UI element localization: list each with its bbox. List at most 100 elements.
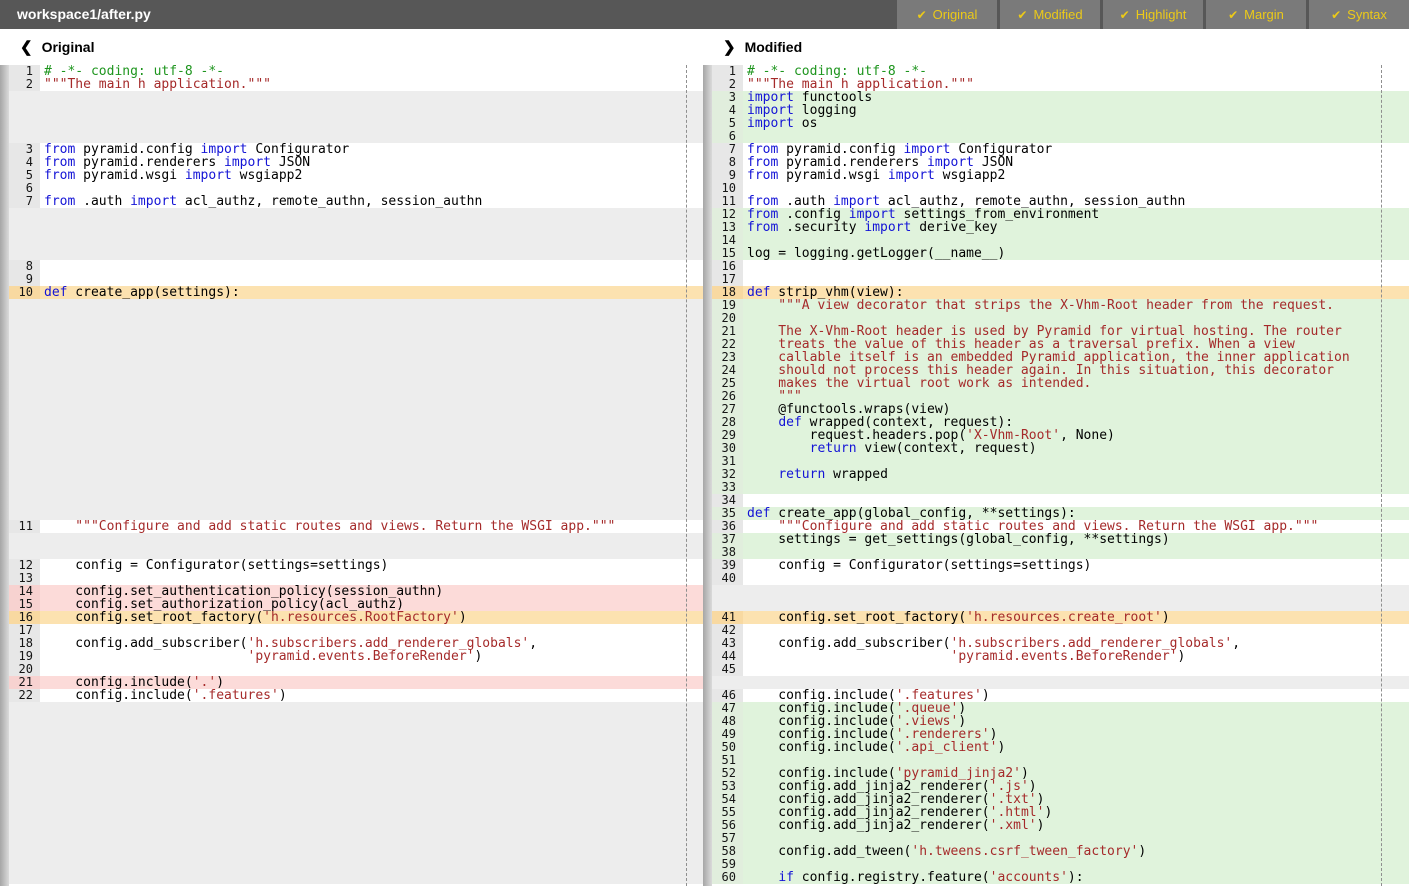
line-number [9, 325, 40, 338]
source-text: config = Configurator(settings=settings) [40, 559, 703, 572]
original-code-area[interactable]: 1# -*- coding: utf-8 -*-2"""The main h a… [0, 65, 703, 886]
toggle-modified-button[interactable]: ✔Modified [1000, 0, 1100, 29]
code-line: 12from .config import settings_from_envi… [712, 208, 1409, 221]
source-text [40, 91, 703, 104]
code-line: 29 request.headers.pop('X-Vhm-Root', Non… [712, 429, 1409, 442]
line-number: 11 [9, 520, 40, 533]
line-number: 6 [9, 182, 40, 195]
line-number [9, 416, 40, 429]
filler-row [9, 364, 703, 377]
source-text: config.add_tween('h.tweens.csrf_tween_fa… [743, 845, 1409, 858]
filler-row [9, 741, 703, 754]
line-number [9, 442, 40, 455]
line-number [9, 741, 40, 754]
line-number: 1 [712, 65, 743, 78]
code-line: 2"""The main h application.""" [712, 78, 1409, 91]
code-line: 47 config.include('.queue') [712, 702, 1409, 715]
source-text: should not process this header again. In… [743, 364, 1409, 377]
source-text [743, 182, 1409, 195]
filler-row [9, 247, 703, 260]
code-line: 5from pyramid.wsgi import wsgiapp2 [9, 169, 703, 182]
checkmark-icon: ✔ [1017, 8, 1027, 22]
source-text: config.include('.views') [743, 715, 1409, 728]
code-line: 22 treats the value of this header as a … [712, 338, 1409, 351]
source-text: The X-Vhm-Root header is used by Pyramid… [743, 325, 1409, 338]
source-text [40, 741, 703, 754]
source-text: from pyramid.renderers import JSON [743, 156, 1409, 169]
source-text [40, 364, 703, 377]
line-number: 7 [9, 195, 40, 208]
source-text [40, 468, 703, 481]
code-line: 21 The X-Vhm-Root header is used by Pyra… [712, 325, 1409, 338]
button-label: Highlight [1136, 7, 1187, 22]
modified-pane: ❯ Modified 1# -*- coding: utf-8 -*-2"""T… [703, 29, 1409, 886]
filler-row [9, 845, 703, 858]
modified-code-area[interactable]: 1# -*- coding: utf-8 -*-2"""The main h a… [703, 65, 1409, 886]
source-text [40, 455, 703, 468]
code-line: 11 """Configure and add static routes an… [9, 520, 703, 533]
source-text: # -*- coding: utf-8 -*- [743, 65, 1409, 78]
source-text [40, 624, 703, 637]
code-line: 36 """Configure and add static routes an… [712, 520, 1409, 533]
line-number [9, 351, 40, 364]
line-number: 1 [9, 65, 40, 78]
filler-row [9, 780, 703, 793]
source-text [40, 390, 703, 403]
source-text: from pyramid.config import Configurator [743, 143, 1409, 156]
source-text [743, 585, 1409, 598]
line-number [9, 754, 40, 767]
checkmark-icon: ✔ [1331, 8, 1341, 22]
source-text: config.set_root_factory('h.resources.cre… [743, 611, 1409, 624]
source-text: config.add_jinja2_renderer('.html') [743, 806, 1409, 819]
line-number: 6 [712, 130, 743, 143]
checkmark-icon: ✔ [1120, 8, 1130, 22]
filler-row [9, 455, 703, 468]
line-number [9, 247, 40, 260]
code-line: 39 config = Configurator(settings=settin… [712, 559, 1409, 572]
filler-row [9, 221, 703, 234]
filler-row [9, 468, 703, 481]
code-line: 14 config.set_authentication_policy(sess… [9, 585, 703, 598]
code-line: 30 return view(context, request) [712, 442, 1409, 455]
source-text [743, 130, 1409, 143]
source-text [743, 546, 1409, 559]
source-text: def strip_vhm(view): [743, 286, 1409, 299]
line-number [9, 377, 40, 390]
code-line: 6 [712, 130, 1409, 143]
code-line: 16 config.set_root_factory('h.resources.… [9, 611, 703, 624]
source-text [743, 494, 1409, 507]
line-number [9, 221, 40, 234]
filler-row [9, 702, 703, 715]
code-line: 20 [9, 663, 703, 676]
filler-row [712, 676, 1409, 689]
toggle-original-button[interactable]: ✔Original [897, 0, 997, 29]
source-text [743, 754, 1409, 767]
filler-row [9, 299, 703, 312]
filler-row [9, 715, 703, 728]
code-line: 60 if config.registry.feature('accounts'… [712, 871, 1409, 884]
toggle-margin-button[interactable]: ✔Margin [1206, 0, 1306, 29]
source-text [743, 481, 1409, 494]
filler-row [9, 390, 703, 403]
diff-view: ❮ Original 1# -*- coding: utf-8 -*-2"""T… [0, 29, 1409, 886]
code-line: 17 [712, 273, 1409, 286]
line-number: 4 [9, 156, 40, 169]
source-text: settings = get_settings(global_config, *… [743, 533, 1409, 546]
line-number [9, 130, 40, 143]
line-number [9, 845, 40, 858]
source-text: config.include('.queue') [743, 702, 1409, 715]
source-text [743, 832, 1409, 845]
code-line: 3from pyramid.config import Configurator [9, 143, 703, 156]
line-number [9, 312, 40, 325]
line-number: 8 [712, 156, 743, 169]
source-text: log = logging.getLogger(__name__) [743, 247, 1409, 260]
code-line: 44 'pyramid.events.BeforeRender') [712, 650, 1409, 663]
code-line: 41 config.set_root_factory('h.resources.… [712, 611, 1409, 624]
original-pane-title: Original [42, 39, 95, 55]
checkmark-icon: ✔ [917, 8, 927, 22]
source-text [40, 260, 703, 273]
source-text: from .auth import acl_authz, remote_auth… [743, 195, 1409, 208]
line-number [9, 715, 40, 728]
toggle-highlight-button[interactable]: ✔ Highlight [1103, 0, 1203, 29]
toggle-syntax-button[interactable]: ✔Syntax [1309, 0, 1409, 29]
